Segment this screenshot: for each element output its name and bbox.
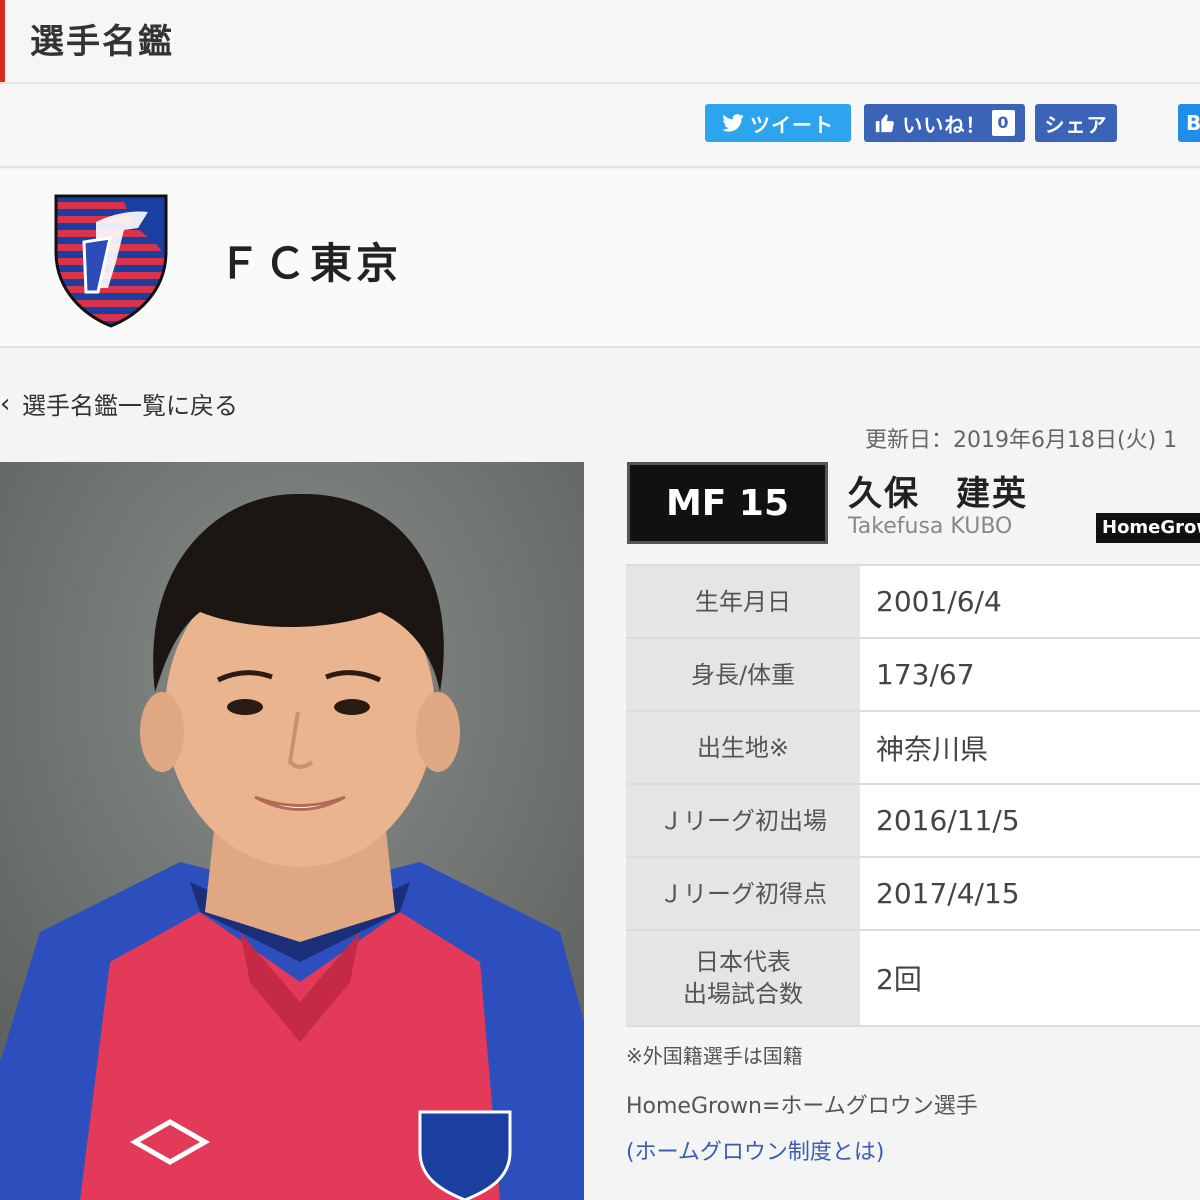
tweet-button[interactable]: ツイート (705, 104, 851, 142)
chevron-left-icon: ‹ (0, 388, 11, 419)
profile-table: 生年月日 2001/6/4 身長/体重 173/67 出生地※ 神奈川県 Ｊリー… (626, 564, 1200, 1027)
row-value: 2017/4/15 (860, 858, 1200, 929)
like-label: いいね！ (902, 112, 987, 137)
hatena-bookmark-button[interactable]: B (1178, 104, 1200, 142)
player-portrait-image (0, 462, 584, 1200)
back-link-label: 選手名鑑一覧に戻る (22, 392, 238, 420)
row-label: Ｊリーグ初出場 (626, 785, 860, 856)
player-name: 久保 建英 (848, 474, 1028, 514)
twitter-bird-icon (722, 114, 744, 132)
club-emblem-icon (54, 194, 168, 328)
table-row: 身長/体重 173/67 (626, 639, 1200, 712)
header-accent-bar (0, 0, 5, 82)
share-bar: ツイート いいね！ 0 シェア B (0, 86, 1200, 168)
row-value: 2016/11/5 (860, 785, 1200, 856)
club-row: ＦＣ東京 (0, 170, 1200, 348)
tweet-label: ツイート (750, 112, 834, 137)
row-value: 173/67 (860, 639, 1200, 710)
table-row: 生年月日 2001/6/4 (626, 566, 1200, 639)
row-value: 神奈川県 (860, 712, 1200, 783)
row-label: 生年月日 (626, 566, 860, 637)
table-row: Ｊリーグ初得点 2017/4/15 (626, 858, 1200, 931)
player-profile-page: 選手名鑑 ツイート いいね！ 0 シェア B ＦＣ東京 ‹ 選手名鑑一覧に戻る … (0, 0, 1200, 1200)
like-count: 0 (992, 110, 1015, 136)
position-number-box: MF 15 (627, 462, 828, 544)
table-row: 出生地※ 神奈川県 (626, 712, 1200, 785)
row-label: 日本代表 出場試合数 (626, 931, 860, 1025)
thumbs-up-icon (876, 114, 895, 133)
table-row: Ｊリーグ初出場 2016/11/5 (626, 785, 1200, 858)
table-row: 日本代表 出場試合数 2回 (626, 931, 1200, 1027)
facebook-share-button[interactable]: シェア (1035, 104, 1117, 142)
row-value: 2001/6/4 (860, 566, 1200, 637)
foreign-note: ※外国籍選手は国籍 (626, 1044, 803, 1068)
row-label: 出生地※ (626, 712, 860, 783)
like-button[interactable]: いいね！ 0 (864, 104, 1025, 142)
updated-date: 更新日：2019年6月18日(火) 1 (865, 428, 1178, 453)
player-name-en: Takefusa KUBO (848, 514, 1013, 539)
row-label: Ｊリーグ初得点 (626, 858, 860, 929)
row-label: 身長/体重 (626, 639, 860, 710)
homegrown-badge: HomeGrown (1096, 513, 1200, 543)
page-title: 選手名鑑 (30, 22, 174, 62)
homegrown-note: HomeGrown=ホームグロウン選手 (626, 1094, 978, 1119)
back-to-list-link[interactable]: ‹ 選手名鑑一覧に戻る (0, 386, 238, 421)
page-header: 選手名鑑 (0, 0, 1200, 84)
player-photo (0, 462, 584, 1200)
club-name: ＦＣ東京 (218, 239, 403, 288)
homegrown-info-link[interactable]: (ホームグロウン制度とは) (626, 1134, 885, 1166)
row-value: 2回 (860, 931, 1200, 1025)
